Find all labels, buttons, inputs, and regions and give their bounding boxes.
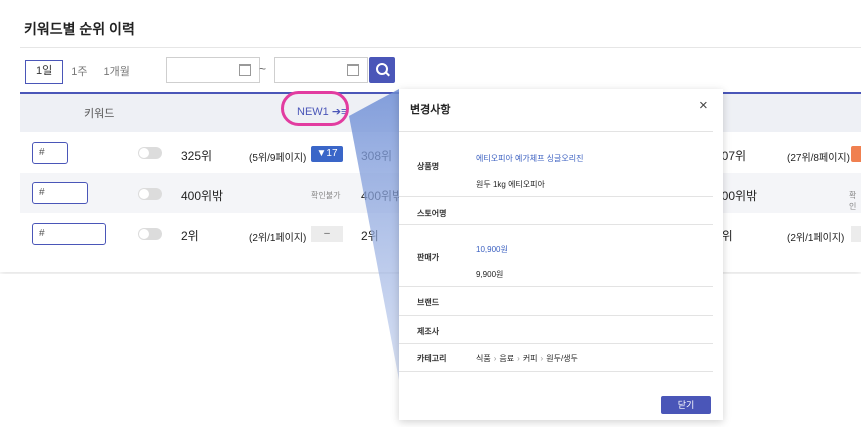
highlight-circle <box>281 91 349 126</box>
title-divider <box>20 47 861 48</box>
rank-detail: (2위/1페이지) <box>787 233 845 244</box>
period-1month-button[interactable]: 1개월 <box>96 61 138 83</box>
toggle-switch[interactable] <box>138 188 162 200</box>
field-label-maker: 제조사 <box>417 327 440 336</box>
keyword-input[interactable]: # <box>32 182 88 204</box>
rank-detail: (2위/1페이지) <box>249 233 307 244</box>
rank-detail: (27위/8페이지) <box>787 153 850 164</box>
rank-value: 325위 <box>181 149 213 163</box>
date-from-input[interactable] <box>166 57 260 83</box>
range-separator: ~ <box>259 62 267 76</box>
rank-value: 400위밖 <box>181 189 224 203</box>
close-button[interactable]: 닫기 <box>661 396 711 414</box>
toggle-switch[interactable] <box>138 228 162 240</box>
rank-change-badge <box>851 226 861 242</box>
product-name-new: 에티오피아 예가체프 싱글오리진 <box>476 154 584 163</box>
rank-value: 2위 <box>361 229 379 243</box>
search-button[interactable] <box>369 57 395 83</box>
category-path: 식품 › 음료 › 커피 › 원두/생두 <box>476 354 578 363</box>
modal-title: 변경사항 <box>410 104 451 116</box>
rank-value: 308위 <box>361 149 393 163</box>
rank-change-badge: ▼17 <box>311 146 343 162</box>
price-new: 10,900원 <box>476 245 508 254</box>
change-details-modal: 변경사항 × 상품명 에티오피아 예가체프 싱글오리진 원두 1kg 에티오피아… <box>399 89 723 420</box>
page-title: 키워드별 순위 이력 <box>24 21 135 37</box>
close-icon[interactable]: × <box>699 97 708 114</box>
period-1day-button[interactable]: 1일 <box>25 60 64 84</box>
calendar-icon <box>347 64 359 76</box>
field-label-store: 스토어명 <box>417 209 447 218</box>
column-header-keyword: 키워드 <box>84 108 115 120</box>
rank-detail: 확인 <box>849 191 857 211</box>
product-name-old: 원두 1kg 에티오피아 <box>476 180 545 189</box>
period-1week-button[interactable]: 1주 <box>63 61 95 83</box>
keyword-input[interactable]: # <box>32 223 106 245</box>
field-label-category: 카테고리 <box>417 354 447 363</box>
date-to-input[interactable] <box>274 57 368 83</box>
period-selector: 1일 1주 1개월 <box>25 60 138 84</box>
rank-detail: 확인불가 <box>311 191 341 200</box>
calendar-icon <box>239 64 251 76</box>
toggle-switch[interactable] <box>138 147 162 159</box>
keyword-input[interactable]: # <box>32 142 68 164</box>
field-label-price: 판매가 <box>417 253 440 262</box>
rank-value: 400위밖 <box>361 189 404 203</box>
rank-detail: (5위/9페이지) <box>249 153 307 164</box>
rank-change-badge <box>851 146 861 162</box>
rank-value: 2위 <box>181 229 199 243</box>
rank-change-badge: – <box>311 226 343 242</box>
field-label-brand: 브랜드 <box>417 298 440 307</box>
field-label-product: 상품명 <box>417 162 440 171</box>
price-old: 9,900원 <box>476 270 504 279</box>
